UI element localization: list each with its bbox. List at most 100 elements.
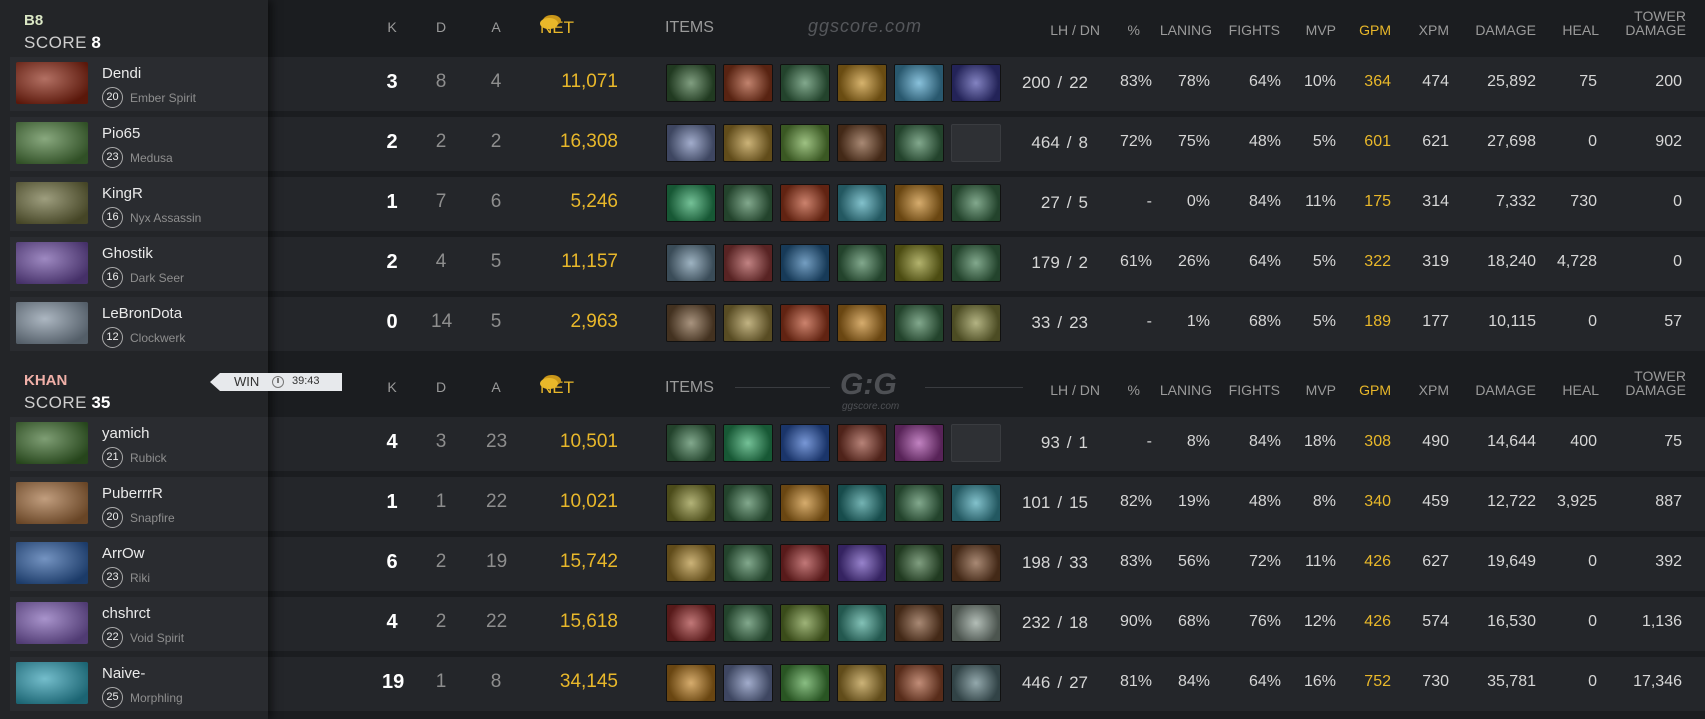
mvp: 11%: [1305, 553, 1336, 570]
mvp: 5%: [1312, 133, 1336, 150]
kills: 1: [386, 491, 398, 513]
net-worth: 34,145: [559, 671, 618, 692]
laning: 75%: [1177, 133, 1210, 150]
mvp: 11%: [1305, 193, 1336, 210]
header-gpm: GPM: [1359, 22, 1391, 38]
denies: 1: [1078, 433, 1088, 452]
fights: 64%: [1248, 673, 1281, 690]
player-entry[interactable]: Naive- 25 Morphling: [10, 657, 268, 711]
lh-dn-separator: /: [1057, 673, 1063, 692]
fights: 64%: [1248, 73, 1281, 90]
header-net: NET: [540, 378, 574, 398]
tower-damage: 1,136: [1641, 613, 1682, 630]
hero-portrait: [16, 602, 88, 644]
player-name: Ghostik: [102, 245, 153, 262]
hero-portrait: [16, 662, 88, 704]
item-slot: [780, 604, 830, 642]
player-name: ArrOw: [102, 545, 145, 562]
last-hits-denies: 33 / 23: [1031, 313, 1088, 333]
item-slot: [951, 304, 1001, 342]
net-worth: 5,246: [570, 191, 618, 212]
player-entry[interactable]: PuberrrR 20 Snapfire: [10, 477, 268, 531]
assists: 19: [486, 551, 508, 572]
divider-line: [925, 387, 1023, 388]
farm-percent: -: [1146, 313, 1152, 330]
denies: 27: [1069, 673, 1088, 692]
damage: 35,781: [1487, 673, 1536, 690]
last-hits-denies: 446 / 27: [1022, 673, 1088, 693]
item-slot: [837, 424, 887, 462]
lh-dn-separator: /: [1057, 73, 1063, 92]
fights: 68%: [1248, 313, 1281, 330]
deaths: 2: [435, 551, 447, 572]
item-slot: [666, 664, 716, 702]
farm-percent: 81%: [1119, 673, 1152, 690]
heal: 3,925: [1556, 493, 1597, 510]
net-worth: 15,618: [559, 611, 618, 632]
fights: 84%: [1248, 433, 1281, 450]
item-slot: [951, 64, 1001, 102]
header-fights: FIGHTS: [1228, 382, 1280, 398]
teams-sidebar: B8 SCORE 8 KHAN SCORE 35 Dendi 20 Ember Sp…: [0, 0, 268, 719]
heal: 730: [1570, 193, 1597, 210]
hero-level: 16: [102, 267, 123, 288]
denies: 18: [1069, 613, 1088, 632]
xpm: 730: [1422, 673, 1449, 690]
header-lh-dn: LH / DN: [1050, 22, 1100, 38]
team-name: B8: [24, 12, 44, 29]
xpm: 319: [1422, 253, 1449, 270]
player-entry[interactable]: chshrct 22 Void Spirit: [10, 597, 268, 651]
kills: 4: [386, 611, 398, 633]
divider-line: [735, 387, 830, 388]
header-mvp: MVP: [1305, 382, 1336, 398]
tower-damage: 902: [1655, 133, 1682, 150]
player-entry[interactable]: ArrOw 23 Riki: [10, 537, 268, 591]
denies: 8: [1078, 133, 1088, 152]
team-khan-header: KHAN SCORE 35: [24, 372, 110, 413]
fights: 48%: [1248, 133, 1281, 150]
player-stat-row: 1 7 6 5,246 27 / 5 - 0% 84% 11% 175 314 7,332 730 0: [268, 177, 1705, 231]
team-score: 8: [91, 33, 101, 52]
kills: 2: [386, 131, 398, 153]
player-entry[interactable]: Pio65 23 Medusa: [10, 117, 268, 171]
item-slot: [837, 244, 887, 282]
assists: 5: [490, 311, 502, 332]
hero-name: Morphling: [130, 691, 183, 705]
mvp: 18%: [1303, 433, 1336, 450]
header-damage: DAMAGE: [1475, 22, 1536, 38]
tower-damage: 392: [1655, 553, 1682, 570]
last-hits: 198: [1021, 553, 1051, 572]
denies: 33: [1069, 553, 1088, 572]
item-slot: [951, 244, 1001, 282]
kills: 4: [386, 431, 398, 453]
team-name: KHAN: [24, 372, 68, 389]
item-slot: [723, 424, 773, 462]
hero-name: Clockwerk: [130, 331, 186, 345]
last-hits: 101: [1021, 493, 1051, 512]
item-slot: [837, 664, 887, 702]
damage: 19,649: [1487, 553, 1536, 570]
deaths: 8: [435, 71, 447, 92]
header-heal: HEAL: [1562, 382, 1599, 398]
coins-icon: [540, 378, 558, 389]
xpm: 474: [1422, 73, 1449, 90]
farm-percent: 61%: [1119, 253, 1152, 270]
net-worth: 10,501: [559, 431, 618, 452]
player-entry[interactable]: yamich 21 Rubick: [10, 417, 268, 471]
gpm: 601: [1364, 133, 1391, 150]
ggscore-logo: G:G: [840, 368, 897, 401]
assists: 4: [490, 71, 502, 92]
header-items: ITEMS: [665, 379, 714, 396]
deaths: 1: [435, 671, 447, 692]
fights: 84%: [1248, 193, 1281, 210]
lh-dn-separator: /: [1066, 193, 1072, 212]
player-entry[interactable]: KingR 16 Nyx Assassin: [10, 177, 268, 231]
last-hits: 179: [1031, 253, 1060, 272]
tower-damage: 75: [1664, 433, 1682, 450]
last-hits: 93: [1040, 433, 1060, 452]
player-entry[interactable]: Ghostik 16 Dark Seer: [10, 237, 268, 291]
player-entry[interactable]: LeBronDota 12 Clockwerk: [10, 297, 268, 351]
player-entry[interactable]: Dendi 20 Ember Spirit: [10, 57, 268, 111]
item-slot: [723, 304, 773, 342]
lh-dn-separator: /: [1057, 493, 1063, 512]
